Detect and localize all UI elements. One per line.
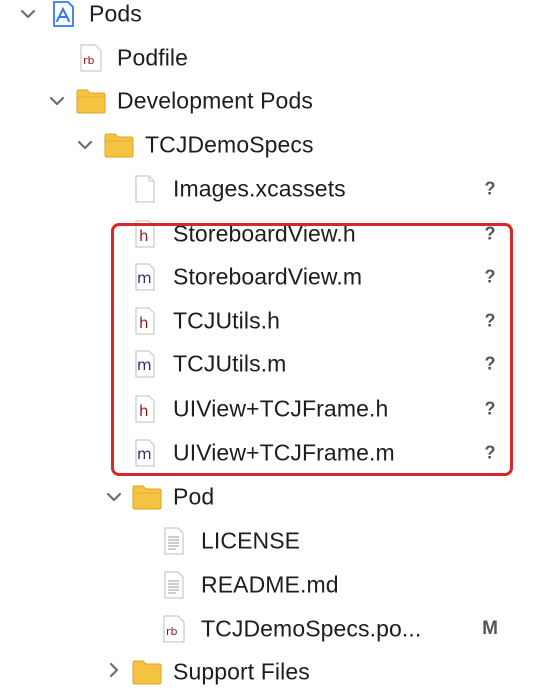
tree-label: Pods	[89, 0, 142, 27]
folder-icon	[132, 484, 162, 515]
chevron-down-icon[interactable]	[75, 135, 95, 155]
chevron-down-icon[interactable]	[47, 91, 67, 111]
tree-row-file[interactable]: h StoreboardView.h ?	[0, 212, 534, 256]
tree-label: TCJDemoSpecs	[145, 131, 314, 158]
tree-label: README.md	[201, 571, 339, 598]
tree-label: TCJUtils.m	[173, 350, 287, 377]
tree-row-file[interactable]: README.md	[0, 563, 534, 607]
objc-implementation-file-icon: m	[134, 350, 156, 383]
status-badge: ?	[484, 442, 496, 463]
header-file-icon: h	[134, 220, 156, 253]
asset-catalog-icon	[134, 175, 156, 208]
tree-row-file[interactable]: m TCJUtils.m ?	[0, 342, 534, 386]
tree-row-file[interactable]: LICENSE	[0, 519, 534, 563]
tree-label: Support Files	[173, 658, 310, 685]
folder-icon	[132, 659, 162, 690]
tree-label: TCJDemoSpecs.po...	[201, 615, 422, 642]
tree-row-file[interactable]: m StoreboardView.m ?	[0, 255, 534, 299]
tree-row-podfile[interactable]: rb Podfile	[0, 36, 534, 80]
svg-text:m: m	[137, 445, 152, 463]
svg-text:h: h	[139, 402, 149, 420]
tree-row-file[interactable]: m UIView+TCJFrame.m ?	[0, 431, 534, 475]
objc-implementation-file-icon: m	[134, 263, 156, 296]
folder-icon	[76, 88, 106, 119]
header-file-icon: h	[134, 395, 156, 428]
tree-label: LICENSE	[201, 527, 301, 554]
svg-text:h: h	[139, 227, 149, 245]
tree-row-file[interactable]: rb TCJDemoSpecs.po... M	[0, 607, 534, 651]
status-badge: ?	[484, 223, 496, 244]
tree-label: UIView+TCJFrame.h	[173, 395, 389, 422]
tree-label: StoreboardView.m	[173, 263, 363, 290]
svg-text:h: h	[139, 314, 149, 332]
tree-row-pod[interactable]: Pod	[0, 475, 534, 519]
status-badge: ?	[484, 310, 496, 331]
status-badge: ?	[484, 398, 496, 419]
tree-row-support-files[interactable]: Support Files	[0, 650, 534, 694]
tree-label: UIView+TCJFrame.m	[173, 439, 395, 466]
text-file-icon	[163, 571, 185, 604]
status-badge: ?	[484, 266, 496, 287]
tree-row-pods[interactable]: Pods	[0, 0, 534, 36]
objc-implementation-file-icon: m	[134, 439, 156, 472]
status-badge: ?	[484, 178, 496, 199]
svg-text:m: m	[137, 356, 152, 374]
status-badge: ?	[484, 353, 496, 374]
svg-text:rb: rb	[83, 54, 95, 67]
tree-label: Podfile	[117, 44, 189, 71]
tree-row-tcjdemospecs[interactable]: TCJDemoSpecs	[0, 123, 534, 167]
header-file-icon: h	[134, 307, 156, 340]
svg-text:rb: rb	[166, 625, 178, 638]
chevron-down-icon[interactable]	[104, 487, 124, 507]
ruby-file-icon: rb	[79, 44, 103, 77]
tree-row-file[interactable]: Images.xcassets ?	[0, 167, 534, 211]
status-badge: M	[482, 618, 498, 639]
chevron-down-icon[interactable]	[18, 4, 38, 24]
tree-row-file[interactable]: h TCJUtils.h ?	[0, 299, 534, 343]
svg-text:m: m	[137, 269, 152, 287]
tree-label: Development Pods	[117, 87, 313, 114]
folder-icon	[104, 132, 134, 163]
xcode-project-icon	[49, 0, 77, 33]
ruby-file-icon: rb	[162, 615, 186, 648]
tree-label: Pod	[173, 483, 215, 510]
tree-row-development-pods[interactable]: Development Pods	[0, 79, 534, 123]
tree-label: Images.xcassets	[173, 175, 346, 202]
text-file-icon	[163, 527, 185, 560]
chevron-right-icon[interactable]	[104, 660, 124, 680]
tree-label: StoreboardView.h	[173, 220, 356, 247]
tree-row-file[interactable]: h UIView+TCJFrame.h ?	[0, 387, 534, 431]
tree-label: TCJUtils.h	[173, 307, 281, 334]
